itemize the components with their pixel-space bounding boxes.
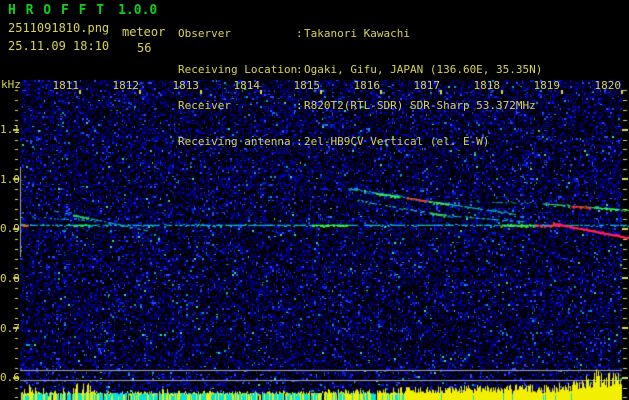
freq-axis-unit: kHz	[1, 78, 21, 91]
app-version: 1.0.0	[118, 3, 157, 18]
station-row-location: Receiving Location:Ogaki, Gifu, JAPAN (1…	[178, 64, 628, 76]
time-tick-label: 1816	[353, 80, 380, 91]
time-tick-label: 1813	[172, 80, 199, 91]
time-tick-label: 1818	[473, 80, 500, 91]
time-tick-label: 1820	[594, 80, 621, 91]
echo-count: 56	[137, 41, 151, 55]
freq-tick-label: 1.1	[0, 124, 14, 135]
freq-tick-label: 0.6	[0, 372, 14, 383]
time-tick-label: 1819	[533, 80, 560, 91]
freq-tick-label: 0.9	[0, 223, 14, 234]
station-row-antenna: Receiving antenna:2el-HB9CV Vertical (el…	[178, 136, 628, 148]
station-row-receiver: Receiver:R820T2(RTL-SDR) SDR-Sharp 53.37…	[178, 100, 628, 112]
app-title: H R O F F T	[8, 3, 105, 18]
freq-tick-label: 0.7	[0, 323, 14, 334]
app-title-row: H R O F F T 1.0.0	[8, 3, 157, 18]
freq-tick-label: 1.0	[0, 174, 14, 185]
hrofft-output: H R O F F T 1.0.0 2511091810.png meteor 2…	[0, 0, 629, 400]
timestamp: 25.11.09 18:10	[8, 39, 109, 53]
station-row-observer: Observer:Takanori Kawachi	[178, 28, 628, 40]
time-tick-label: 1817	[413, 80, 440, 91]
time-tick-label: 1812	[112, 80, 139, 91]
time-tick-label: 1814	[233, 80, 260, 91]
time-tick-label: 1815	[293, 80, 320, 91]
time-tick-label: 1811	[52, 80, 79, 91]
output-filename: 2511091810.png	[8, 21, 109, 35]
freq-tick-label: 0.8	[0, 273, 14, 284]
mode-label: meteor	[122, 25, 165, 39]
